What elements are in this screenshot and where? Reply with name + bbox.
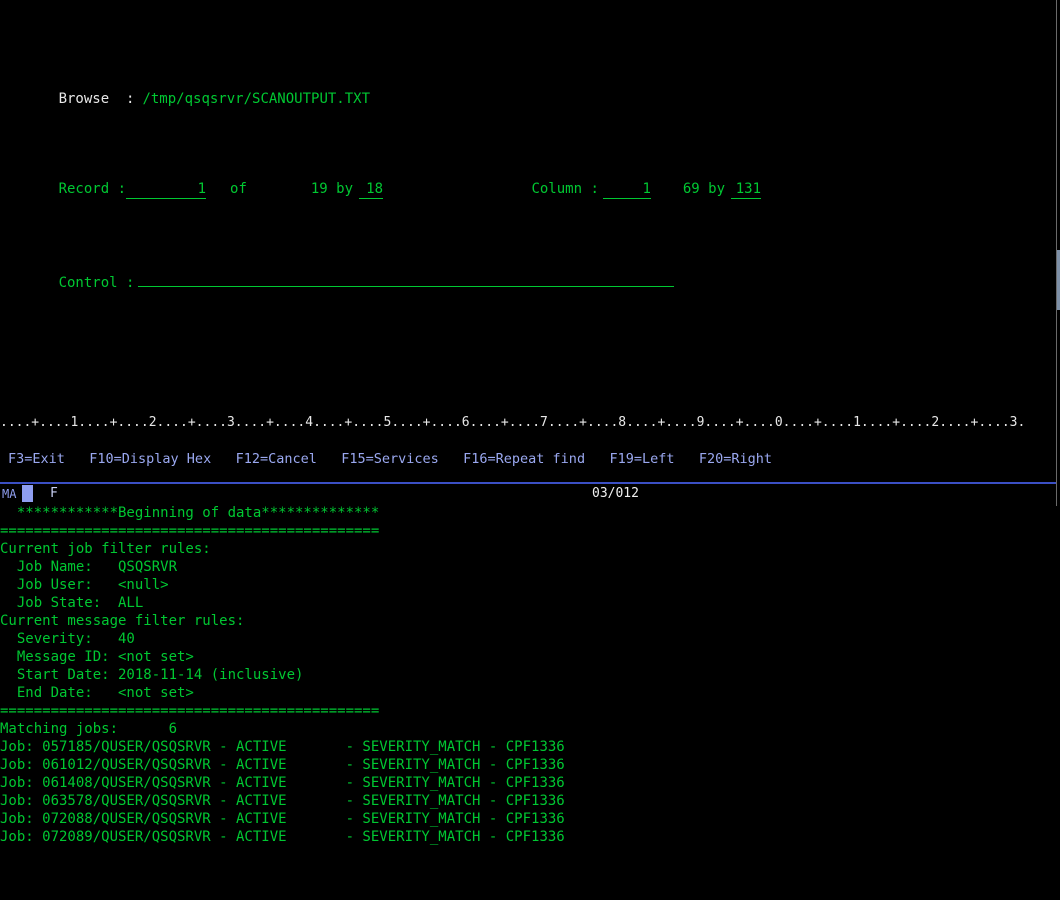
content-line: Job: 063578/QUSER/QSQSRVR - ACTIVE - SEV… xyxy=(0,793,565,809)
function-key-bar[interactable]: F3=Exit F10=Display Hex F12=Cancel F15=S… xyxy=(8,450,772,468)
column-by-input[interactable]: 131 xyxy=(731,182,762,199)
browse-header-line: Browse : /tmp/qsqsrvr/SCANOUTPUT.TXT xyxy=(0,72,1046,107)
content-line: Job: 061408/QUSER/QSQSRVR - ACTIVE - SEV… xyxy=(0,775,565,791)
content-line: ************Beginning of data***********… xyxy=(0,505,380,521)
content-line: Job: 061012/QUSER/QSQSRVR - ACTIVE - SEV… xyxy=(0,757,565,773)
vertical-scrollbar[interactable] xyxy=(1056,0,1060,506)
content-line: Matching jobs: 6 xyxy=(0,721,178,737)
content-line: End Date: <not set> xyxy=(0,685,194,701)
content-line: Job: 072088/QUSER/QSQSRVR - ACTIVE - SEV… xyxy=(0,811,565,827)
content-line: Current message filter rules: xyxy=(0,613,245,629)
status-bar: MA F 03/012 xyxy=(0,482,1060,506)
cursor-block-indicator xyxy=(22,485,33,502)
control-line: Control : xyxy=(0,252,1046,291)
file-path: /tmp/qsqsrvr/SCANOUTPUT.TXT xyxy=(142,91,371,107)
content-line: Job State: ALL xyxy=(0,595,144,611)
content-line: Job User: <null> xyxy=(0,577,169,593)
record-of-label: of xyxy=(230,181,247,197)
content-line: Job: 057185/QUSER/QSQSRVR - ACTIVE - SEV… xyxy=(0,739,565,755)
record-label: Record : xyxy=(58,181,127,197)
record-input[interactable]: 1 xyxy=(126,182,207,199)
column-label: Column : xyxy=(531,181,599,197)
control-label: Control : xyxy=(58,275,135,291)
record-by-input[interactable]: 18 xyxy=(359,182,384,199)
control-input[interactable] xyxy=(138,270,675,287)
column-total: 69 by xyxy=(682,181,726,197)
content-line: ========================================… xyxy=(0,523,380,539)
header-spacer xyxy=(0,324,1046,342)
record-column-line: Record : 1 of 19 by 18 Column : 1 69 by 131 xyxy=(0,162,1046,199)
input-mode-indicator: F xyxy=(50,486,58,501)
content-line: Job: 072089/QUSER/QSQSRVR - ACTIVE - SEV… xyxy=(0,829,565,845)
file-content[interactable]: ************Beginning of data***********… xyxy=(0,504,1046,846)
ma-indicator: MA xyxy=(2,487,17,501)
content-line: Job Name: QSQSRVR xyxy=(0,559,178,575)
content-line: ========================================… xyxy=(0,703,380,719)
browse-label: Browse : xyxy=(58,91,135,107)
column-ruler: ....+....1....+....2....+....3....+....4… xyxy=(0,415,1026,430)
terminal-screen: Browse : /tmp/qsqsrvr/SCANOUTPUT.TXT Reco… xyxy=(0,0,1060,845)
column-input[interactable]: 1 xyxy=(602,182,651,199)
content-line: Message ID: <not set> xyxy=(0,649,194,665)
cursor-position-indicator: 03/012 xyxy=(592,486,639,501)
content-line: Severity: 40 xyxy=(0,631,135,647)
content-line: Start Date: 2018-11-14 (inclusive) xyxy=(0,667,304,683)
terminal-text-area[interactable]: Browse : /tmp/qsqsrvr/SCANOUTPUT.TXT Reco… xyxy=(0,0,1046,845)
content-line: Current job filter rules: xyxy=(0,541,211,557)
record-total: 19 by xyxy=(310,181,354,197)
